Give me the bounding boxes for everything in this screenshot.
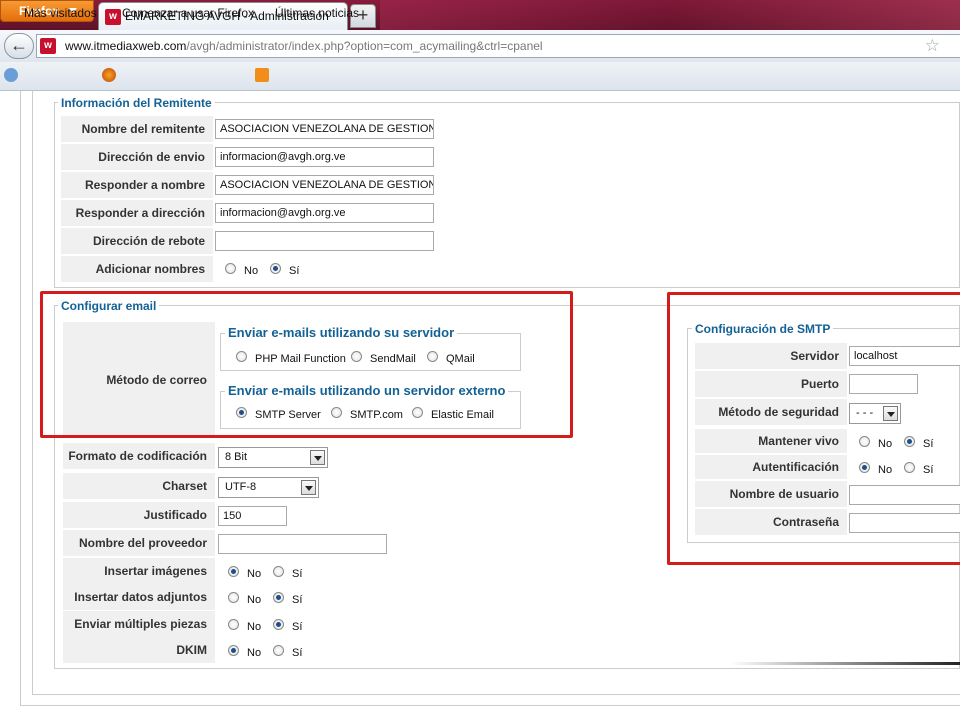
multipart-yes-label: Sí: [292, 621, 303, 633]
insert-images-label: Insertar imágenes: [63, 558, 215, 585]
reply-name-label: Responder a nombre: [61, 172, 213, 199]
charset-select[interactable]: UTF-8: [218, 477, 319, 498]
insert-attachments-label: Insertar datos adjuntos: [63, 584, 215, 611]
bookmark-most-visited[interactable]: Más visitados: [24, 6, 97, 20]
add-names-no-radio[interactable]: [225, 263, 236, 274]
multipart-label: Enviar múltiples piezas: [63, 611, 215, 638]
add-names-no-label: No: [244, 265, 259, 277]
insert-attachments-yes-label: Sí: [292, 594, 303, 606]
divider: [730, 662, 960, 665]
encoding-format-value: 8 Bit: [225, 451, 248, 463]
dkim-yes-label: Sí: [292, 647, 303, 659]
encoding-format-label: Formato de codificación: [63, 443, 215, 470]
back-arrow-icon: ←: [10, 35, 28, 55]
reply-address-input[interactable]: informacion@avgh.org.ve: [215, 203, 434, 223]
multipart-no-label: No: [247, 621, 262, 633]
provider-name-label: Nombre del proveedor: [63, 530, 215, 557]
back-button[interactable]: ←: [4, 33, 34, 59]
justified-label: Justificado: [63, 502, 215, 529]
send-address-label: Dirección de envio: [61, 144, 213, 171]
encoding-format-select[interactable]: 8 Bit: [218, 447, 328, 468]
sender-info-legend: Información del Remitente: [58, 96, 215, 110]
rss-feed-icon: [255, 68, 269, 82]
bookmarks-toolbar: [0, 62, 960, 91]
sender-name-label: Nombre del remitente: [61, 116, 213, 143]
insert-attachments-yes-radio[interactable]: [273, 592, 284, 603]
site-favicon-icon: w: [105, 9, 121, 25]
sender-name-input[interactable]: ASOCIACION VENEZOLANA DE GESTION H: [215, 119, 434, 139]
multipart-no-radio[interactable]: [228, 619, 239, 630]
highlight-box-email-method: [40, 291, 573, 438]
insert-images-no-label: No: [247, 568, 262, 580]
reply-name-input[interactable]: ASOCIACION VENEZOLANA DE GESTION H: [215, 175, 434, 195]
justified-input[interactable]: 150: [218, 506, 287, 526]
charset-value: UTF-8: [225, 481, 257, 493]
insert-images-no-radio[interactable]: [228, 566, 239, 577]
dkim-no-radio[interactable]: [228, 645, 239, 656]
firefox-icon: [102, 68, 116, 82]
add-names-label: Adicionar nombres: [61, 256, 213, 283]
bounce-address-input[interactable]: [215, 231, 434, 251]
add-names-yes-label: Sí: [289, 265, 300, 277]
multipart-yes-radio[interactable]: [273, 619, 284, 630]
bookmark-get-started[interactable]: Comenzar a usar Firefox: [122, 6, 254, 20]
bounce-address-label: Dirección de rebote: [61, 228, 213, 255]
insert-images-yes-label: Sí: [292, 568, 303, 580]
dropdown-arrow-icon: [310, 450, 325, 465]
insert-attachments-no-label: No: [247, 594, 262, 606]
dkim-label: DKIM: [63, 637, 215, 664]
highlight-box-smtp: [667, 292, 960, 565]
insert-attachments-no-radio[interactable]: [228, 592, 239, 603]
url-bar[interactable]: w www.itmediaxweb.com/avgh/administrator…: [36, 34, 960, 58]
most-visited-icon: [4, 68, 18, 82]
send-address-input[interactable]: informacion@avgh.org.ve: [215, 147, 434, 167]
add-names-yes-radio[interactable]: [270, 263, 281, 274]
provider-name-input[interactable]: [218, 534, 387, 554]
dkim-yes-radio[interactable]: [273, 645, 284, 656]
bookmark-star-icon[interactable]: ☆: [925, 36, 940, 56]
url-text: www.itmediaxweb.com/avgh/administrator/i…: [65, 39, 543, 53]
insert-images-yes-radio[interactable]: [273, 566, 284, 577]
bookmark-latest-news[interactable]: Últimas noticias: [275, 6, 359, 20]
reply-address-label: Responder a dirección: [61, 200, 213, 227]
dropdown-arrow-icon: [301, 480, 316, 495]
dkim-no-label: No: [247, 647, 262, 659]
site-identity-icon: w: [40, 38, 56, 54]
charset-label: Charset: [63, 473, 215, 500]
